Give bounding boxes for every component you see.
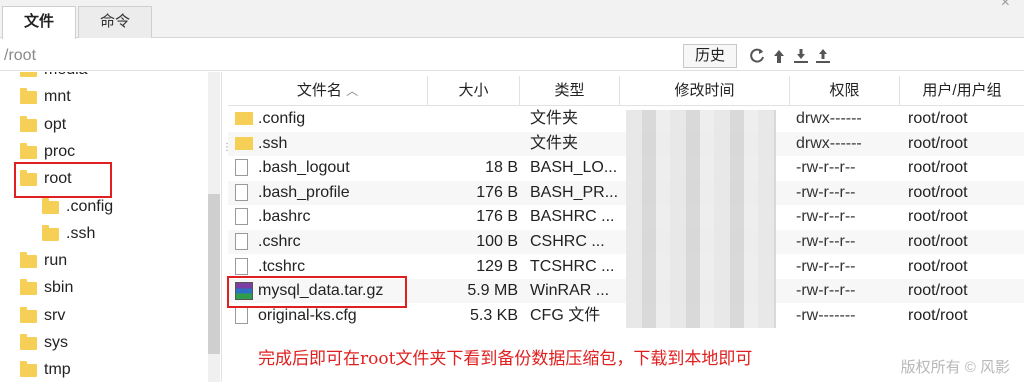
column-mtime[interactable]: 修改时间: [620, 76, 790, 106]
file-icon: [235, 208, 248, 226]
file-owner: root/root: [908, 282, 968, 300]
file-size: 176 B: [476, 208, 518, 226]
folder-icon: [20, 72, 37, 77]
column-size[interactable]: 大小: [428, 76, 520, 106]
highlight-root-folder: [14, 162, 112, 198]
tree-item-label: opt: [44, 115, 67, 133]
file-type: TCSHRC ...: [530, 257, 615, 275]
file-size: 5.3 KB: [469, 306, 518, 324]
folder-icon: [42, 197, 59, 214]
file-name: .bash_profile: [258, 183, 350, 201]
file-owner: root/root: [908, 183, 968, 201]
folder-icon: [20, 115, 37, 132]
file-name: .cshrc: [258, 233, 301, 250]
refresh-icon[interactable]: [748, 47, 766, 65]
file-type: CFG 文件: [530, 306, 601, 324]
tree-item-label: srv: [44, 306, 66, 324]
file-owner: root/root: [908, 159, 968, 177]
file-permission: -rw-r--r--: [796, 233, 856, 250]
folder-icon: [235, 136, 253, 150]
file-name: .bash_logout: [258, 159, 350, 177]
tree-item-label: mnt: [44, 88, 71, 106]
file-name: .bashrc: [258, 208, 311, 226]
path-input[interactable]: [4, 45, 404, 67]
file-name: .ssh: [258, 134, 288, 152]
file-type: BASHRC ...: [530, 208, 615, 226]
file-permission: -rw-r--r--: [796, 208, 856, 226]
file-icon: [235, 306, 248, 324]
tree-item-label: .config: [66, 197, 114, 215]
tree-item-label: run: [44, 252, 68, 270]
folder-icon: [20, 252, 37, 269]
column-owner[interactable]: 用户/用户组: [900, 76, 1024, 106]
file-permission: drwx------: [796, 110, 862, 127]
file-owner: root/root: [908, 233, 968, 250]
file-permission: drwx------: [796, 134, 862, 152]
file-type: BASH_PR...: [530, 183, 619, 201]
file-icon: [235, 233, 248, 250]
file-icon: [235, 257, 248, 275]
tree-scroll-thumb[interactable]: [208, 194, 220, 354]
tree-item-label: sys: [44, 334, 68, 351]
file-owner: root/root: [908, 306, 968, 324]
file-type: CSHRC ...: [530, 233, 605, 250]
tab-bar: 文件 命令 ×: [0, 0, 1024, 39]
file-name: .config: [258, 110, 306, 127]
folder-icon: [20, 142, 37, 159]
folder-icon: [20, 306, 37, 323]
file-type: BASH_LO...: [530, 159, 618, 177]
file-type: WinRAR ...: [530, 282, 610, 300]
file-list: 文件名 ︿ 大小 类型 修改时间 权限 用户/用户组 .config 文件夹 drw…: [228, 72, 1024, 382]
file-permission: -rw-------: [796, 306, 856, 324]
file-icon: [235, 183, 248, 201]
folder-icon: [20, 279, 37, 296]
file-size: 176 B: [476, 183, 518, 201]
watermark: 版权所有 © 风影: [900, 359, 1010, 376]
table-header: 文件名 ︿ 大小 类型 修改时间 权限 用户/用户组: [228, 72, 1024, 106]
instruction-note: 完成后即可在root文件夹下看到备份数据压缩包，下载到本地即可: [258, 349, 753, 369]
folder-icon: [20, 361, 37, 378]
file-permission: -rw-r--r--: [796, 183, 856, 201]
file-size: 100 B: [476, 233, 518, 250]
tab-files[interactable]: 文件: [2, 6, 76, 39]
file-icon: [235, 159, 248, 177]
upload-icon[interactable]: [814, 47, 832, 65]
file-type: 文件夹: [530, 110, 579, 127]
close-icon[interactable]: ×: [1001, 0, 1010, 12]
column-type[interactable]: 类型: [520, 76, 620, 106]
file-size: 5.9 MB: [467, 282, 518, 300]
file-owner: root/root: [908, 110, 968, 127]
up-arrow-icon[interactable]: [770, 47, 788, 65]
folder-icon: [20, 88, 37, 105]
redacted-mtime: [626, 110, 776, 328]
file-type: 文件夹: [530, 134, 579, 152]
file-permission: -rw-r--r--: [796, 257, 856, 275]
file-owner: root/root: [908, 134, 968, 152]
tree-item-label: proc: [44, 142, 76, 160]
download-icon[interactable]: [792, 47, 810, 65]
tab-command[interactable]: 命令: [78, 6, 152, 38]
folder-icon: [235, 112, 253, 125]
file-permission: -rw-r--r--: [796, 159, 856, 177]
file-size: 18 B: [485, 159, 518, 177]
folder-icon: [42, 224, 59, 241]
directory-tree: mediamntoptprocroot.config.sshrunsbinsrv…: [0, 72, 222, 382]
tree-item-label: sbin: [44, 279, 74, 297]
file-size: 129 B: [476, 257, 518, 275]
path-bar: 历史: [0, 39, 1024, 71]
history-button[interactable]: 历史: [683, 44, 737, 68]
column-name[interactable]: 文件名 ︿: [228, 76, 428, 106]
file-owner: root/root: [908, 257, 968, 275]
highlight-backup-file: [227, 276, 407, 308]
column-permission[interactable]: 权限: [790, 76, 900, 106]
tree-item-label: .ssh: [66, 224, 96, 242]
folder-icon: [20, 334, 37, 350]
sort-asc-icon: ︿: [346, 84, 359, 98]
file-permission: -rw-r--r--: [796, 282, 856, 300]
tree-item-label: media: [44, 72, 88, 82]
file-owner: root/root: [908, 208, 968, 226]
tree-item-label: tmp: [44, 361, 71, 379]
file-name: .tcshrc: [258, 257, 306, 275]
